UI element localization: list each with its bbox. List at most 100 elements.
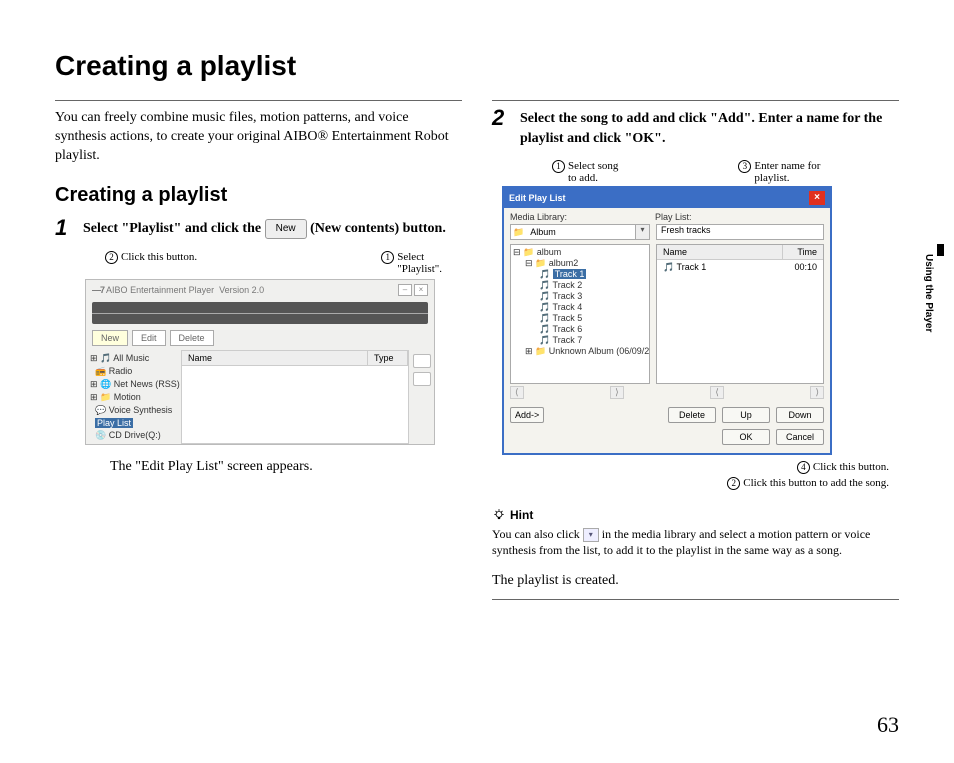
- tree-playlist[interactable]: Play List: [90, 417, 177, 429]
- dialog-action-row: Add-> Delete Up Down: [504, 401, 830, 429]
- waveform-display: [92, 302, 428, 324]
- scroll-left-icon[interactable]: ⟨: [710, 386, 724, 399]
- delete-button[interactable]: Delete: [170, 330, 214, 346]
- dialog-ok-row: OK Cancel: [504, 429, 830, 453]
- callout-select-playlist: 1 Select "Playlist".: [381, 251, 442, 275]
- step1-text-after: (New contents) button.: [310, 221, 446, 236]
- tree-all-music[interactable]: ⊞ 🎵 All Music: [90, 352, 177, 365]
- tree-track1[interactable]: 🎵 Track 1: [513, 269, 647, 280]
- close-icon[interactable]: ×: [414, 284, 428, 296]
- player-window: —7 AIBO Entertainment Player Version 2.0…: [85, 279, 435, 445]
- dropdown-icon: ▾: [583, 528, 599, 542]
- side-marker: [937, 244, 944, 256]
- side-tab: Using the Player: [921, 250, 936, 336]
- edit-playlist-dialog: Edit Play List × Media Library: Play Lis…: [502, 186, 832, 455]
- callout-select-song: 1 Select songto add.: [552, 160, 618, 184]
- dialog-title-text: Edit Play List: [509, 193, 566, 203]
- minimize-icon[interactable]: –: [398, 284, 412, 296]
- tree-album[interactable]: ⊟ 📁 album: [513, 247, 647, 258]
- step-1: 1 Select "Playlist" and click the New (N…: [55, 219, 462, 239]
- callout-name-text: Enter name forplaylist.: [754, 160, 820, 184]
- figure-1: —7 AIBO Entertainment Player Version 2.0…: [85, 279, 462, 445]
- scroll-left-icon[interactable]: ⟨: [510, 386, 524, 399]
- down-button[interactable]: Down: [776, 407, 824, 423]
- callout-enter-name: 3 Enter name forplaylist.: [738, 160, 820, 184]
- left-column: You can freely combine music files, moti…: [55, 100, 462, 600]
- tree-track2[interactable]: 🎵 Track 2: [513, 280, 647, 291]
- content-list[interactable]: Name Type: [181, 350, 409, 444]
- hint-body: You can also click ▾ in the media librar…: [492, 526, 899, 558]
- circled-1-icon: 1: [552, 160, 565, 173]
- callout-click-button: 2 Click this button.: [105, 251, 197, 275]
- tree-radio[interactable]: 📻 Radio: [90, 365, 177, 378]
- album-combo-text: Album: [526, 227, 635, 237]
- auto-button[interactable]: [413, 372, 431, 386]
- album-combo[interactable]: 📁 Album ▾: [510, 224, 650, 240]
- scrollbars: ⟨ ⟩ ⟨ ⟩: [504, 384, 830, 401]
- scroll-right-icon[interactable]: ⟩: [610, 386, 624, 399]
- playlist-listbox[interactable]: Name Time 🎵 Track 1 00:10: [656, 244, 824, 384]
- brand-b: AIBO: [106, 285, 128, 295]
- lightbulb-icon: [492, 508, 506, 522]
- delete-button[interactable]: Delete: [668, 407, 716, 423]
- callout1b: "Playlist".: [397, 263, 442, 275]
- col-time: Time: [783, 245, 823, 259]
- ok-button[interactable]: OK: [722, 429, 770, 445]
- fig2-bottom-callouts: 4 Click this button. 2 Click this button…: [502, 461, 899, 490]
- add-button[interactable]: Add->: [510, 407, 544, 423]
- tree-cd[interactable]: 💿 CD Drive(Q:): [90, 429, 177, 442]
- step-1-number: 1: [55, 215, 67, 241]
- circled-2-icon: 2: [727, 477, 740, 490]
- tree-track5[interactable]: 🎵 Track 5: [513, 313, 647, 324]
- chevron-down-icon[interactable]: ▾: [635, 225, 649, 239]
- step-2: 2 Select the song to add and click "Add"…: [492, 109, 899, 148]
- tree-unknown-album[interactable]: ⊞ 📁 Unknown Album (06/09/2004 1: [513, 346, 647, 357]
- playlist-row[interactable]: 🎵 Track 1 00:10: [657, 260, 823, 275]
- fig2-top-callouts: 1 Select songto add. 3 Enter name forpla…: [492, 160, 899, 186]
- right-column: 2 Select the song to add and click "Add"…: [492, 100, 899, 600]
- edit-button[interactable]: Edit: [132, 330, 166, 346]
- col-name: Name: [657, 245, 783, 259]
- new-button-inline: New: [265, 219, 307, 239]
- player-title: —7 AIBO Entertainment Player Version 2.0: [92, 285, 264, 295]
- playlist-name-input[interactable]: Fresh tracks: [656, 224, 824, 240]
- figure-1-caption: The "Edit Play List" screen appears.: [110, 459, 462, 475]
- library-tree[interactable]: ⊞ 🎵 All Music 📻 Radio ⊞ 🌐 Net News (RSS)…: [86, 350, 181, 444]
- new-button[interactable]: New: [92, 330, 128, 346]
- hint-heading: Hint: [492, 508, 899, 522]
- circled-1-icon: 1: [381, 251, 394, 264]
- col-name: Name: [182, 351, 368, 365]
- tree-album2[interactable]: ⊟ 📁 album2: [513, 258, 647, 269]
- page-number: 63: [877, 712, 899, 738]
- close-icon[interactable]: ×: [809, 191, 825, 205]
- list-header: Name Type: [182, 351, 408, 366]
- hint-before: You can also click: [492, 527, 583, 541]
- tree-track7[interactable]: 🎵 Track 7: [513, 335, 647, 346]
- playlist-label: Play List:: [655, 212, 692, 222]
- tree-track4[interactable]: 🎵 Track 4: [513, 302, 647, 313]
- intro-text: You can freely combine music files, moti…: [55, 109, 462, 166]
- callout-sel-text: Select songto add.: [568, 160, 618, 184]
- side-buttons: [409, 350, 434, 444]
- tree-track3[interactable]: 🎵 Track 3: [513, 291, 647, 302]
- window-buttons: – ×: [398, 284, 428, 296]
- scroll-right-icon[interactable]: ⟩: [810, 386, 824, 399]
- callout1-text: Select "Playlist".: [397, 251, 442, 275]
- cancel-button[interactable]: Cancel: [776, 429, 824, 445]
- playlist-header: Name Time: [657, 245, 823, 260]
- up-button[interactable]: Up: [722, 407, 770, 423]
- media-tree[interactable]: ⊟ 📁 album ⊟ 📁 album2 🎵 Track 1 🎵 Track 2…: [510, 244, 650, 384]
- media-library-label: Media Library:: [510, 212, 655, 222]
- step-1-text: Select "Playlist" and click the New (New…: [83, 219, 462, 239]
- result-text: The playlist is created.: [492, 573, 899, 600]
- vpr-button[interactable]: [413, 354, 431, 368]
- tree-track6[interactable]: 🎵 Track 6: [513, 324, 647, 335]
- circled-2-icon: 2: [105, 251, 118, 264]
- tree-voice[interactable]: 💬 Voice Synthesis: [90, 404, 177, 417]
- hint-label: Hint: [510, 508, 533, 522]
- step1-text-before: Select "Playlist" and click the: [83, 221, 265, 236]
- tree-net-news[interactable]: ⊞ 🌐 Net News (RSS): [90, 378, 177, 391]
- circled-4-icon: 4: [797, 461, 810, 474]
- tree-motion[interactable]: ⊞ 📁 Motion: [90, 391, 177, 404]
- brand-a: —7: [92, 285, 104, 295]
